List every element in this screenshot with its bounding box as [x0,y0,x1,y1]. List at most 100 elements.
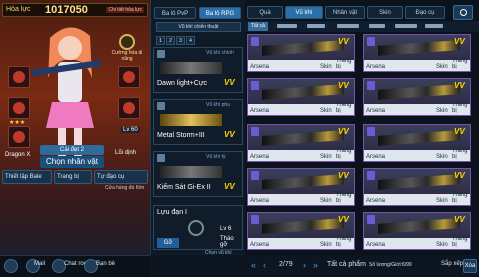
tab-skins[interactable]: Skin [367,6,403,19]
tab-gift[interactable]: Quà [247,6,283,19]
weapon-slot-secondary[interactable]: Vũ khí phụ Metal Storm+III VV [153,99,243,145]
next-page-icon[interactable]: › [303,260,306,270]
shotgun-filter-icon[interactable] [369,24,385,28]
weapon-name: Arsena [366,242,386,248]
firepower-value: 1017050 [45,4,88,16]
settings-icon[interactable] [4,259,18,273]
preset-page-4[interactable]: 4 [186,36,195,45]
character-select: Cái đẹt 2 Chọn nhân vật [40,145,104,169]
preset-page-1[interactable]: 1 [156,36,165,45]
equip-button[interactable]: Trang bị [452,192,470,204]
skin-button[interactable]: Skin [320,242,332,248]
equip-slot-5[interactable] [118,97,140,119]
weapon-card[interactable]: VV Arsena Skin Trang bị [247,212,355,250]
skin-button[interactable]: Skin [436,154,448,160]
tab-items[interactable]: Đạo cụ [405,6,445,19]
friends-label[interactable]: Bạn bè [96,261,115,267]
equip-button[interactable]: Trang bị [336,102,354,114]
vv-badge: VV [338,37,349,46]
equip-slot-4[interactable] [118,66,140,88]
mg-filter-icon[interactable] [395,24,417,28]
tab-weapons[interactable]: Vũ khí [285,6,323,19]
tab-equip[interactable]: Trang bị [54,170,92,184]
weapon-card[interactable]: VV Arsena Skin Trang bị [247,168,355,206]
diamond-shop-link[interactable]: Cửa hàng đá Kim [105,185,144,191]
tab-characters[interactable]: Nhân vật [325,6,365,19]
enhance-emblem[interactable]: Cường hóa di năng [110,34,144,62]
quality-shield-icon [251,37,259,46]
skin-button[interactable]: Skin [320,198,332,204]
vv-badge: VV [338,127,349,136]
smg-filter-icon[interactable] [307,24,325,28]
equip-button[interactable]: Trang bị [452,58,470,70]
character-panel: Hỏa lực 1017050 Chi tiết hỏa lực ★★★ Cườ… [0,0,150,277]
mail-label[interactable]: Mail [34,261,45,267]
skin-button[interactable]: Skin [320,64,332,70]
equip-slot-2[interactable]: ★★★ [8,97,30,126]
choose-weapon-link[interactable]: Chọn vũ khí [205,250,232,256]
weapon-slot-primary[interactable]: Vũ khí chính Dawn light+Cực VV [153,47,243,93]
sniper-filter-icon[interactable] [337,24,359,28]
quality-shield-icon [251,215,259,224]
weapon-card[interactable]: VV Arsena Skin Trang bị [363,34,471,72]
weapon-card[interactable]: VV Arsena Skin Trang bị [363,78,471,116]
sort-button[interactable]: Sắp xếp [441,261,463,267]
firepower-label: Hỏa lực [6,6,31,13]
game-screen: Hỏa lực 1017050 Chi tiết hỏa lực ★★★ Cườ… [0,0,479,277]
preset-page-2[interactable]: 2 [166,36,175,45]
vv-badge: VV [224,130,235,139]
weapon-image-icon [262,174,344,190]
equip-button[interactable]: Trang bị [336,192,354,204]
firepower-bar: Hỏa lực 1017050 Chi tiết hỏa lực [2,3,148,17]
skin-button[interactable]: Skin [436,108,448,114]
pistol-filter-icon[interactable] [425,24,443,28]
equip-slot-3[interactable] [8,126,30,148]
first-page-icon[interactable]: « [251,260,256,270]
equip-button[interactable]: Trang bị [452,236,470,248]
skin-button[interactable]: Skin [436,64,448,70]
choose-character-button[interactable]: Chọn nhân vật [40,156,104,168]
skin-button[interactable]: Skin [320,154,332,160]
tab-pvp-backpack[interactable]: Ba lô PvP [154,7,196,19]
delete-button[interactable]: Xóa [463,259,477,273]
firepower-detail-button[interactable]: Chi tiết hỏa lực [106,7,144,13]
capacity-label: Số lượng/Giới:6/99 [369,262,412,268]
equip-button[interactable]: Trang bị [336,148,354,160]
equipment-icon [13,102,25,114]
equip-button[interactable]: Trang bị [452,148,470,160]
quality-shield-icon [367,127,375,136]
tab-items[interactable]: Tự đạo cụ [94,170,148,184]
skin-button[interactable]: Skin [436,242,448,248]
tab-setup[interactable]: Thiết lập Bale [2,170,52,184]
preset-page-3[interactable]: 3 [176,36,185,45]
rifle-filter-icon[interactable] [277,24,297,28]
weapon-card[interactable]: VV Arsena Skin Trang bị [247,124,355,162]
weapon-slot-melee[interactable]: Vũ khí tỷ Kiếm Sát Gi-Ex II VV [153,151,243,197]
skin-button[interactable]: Skin [436,198,448,204]
grenade-tag[interactable]: Tháo gỡ [220,236,242,248]
weapon-image-icon [262,84,344,100]
equipment-icon [13,131,25,143]
equip-button[interactable]: Trang bị [336,58,354,70]
skin-button[interactable]: Skin [320,108,332,114]
filter-all[interactable]: Tất cả [248,22,268,31]
equip-slot-1[interactable] [8,66,30,88]
quality-filter[interactable]: Tất cả phẩm [327,261,366,268]
equip-button[interactable]: Trang bị [452,102,470,114]
weapon-card[interactable]: VV Arsena Skin Trang bị [363,212,471,250]
weapon-name: Arsena [366,198,386,204]
level-badge: Lv 60 [121,127,140,133]
tab-rpg-backpack[interactable]: Ba lô RPG [199,7,241,19]
remove-grenade-button[interactable]: Gỡ [157,238,179,248]
equip-button[interactable]: Trang bị [336,236,354,248]
equipment-icon [123,102,135,114]
weapon-card[interactable]: VV Arsena Skin Trang bị [363,124,471,162]
weapon-card[interactable]: VV Arsena Skin Trang bị [247,78,355,116]
weapon-card[interactable]: VV Arsena Skin Trang bị [247,34,355,72]
preset-selector[interactable]: Vũ khí chiến thuật [156,22,241,32]
prev-page-icon[interactable]: ‹ [263,260,266,270]
search-button[interactable] [453,5,473,20]
vv-badge: VV [338,215,349,224]
weapon-card[interactable]: VV Arsena Skin Trang bị [363,168,471,206]
last-page-icon[interactable]: » [313,260,318,270]
